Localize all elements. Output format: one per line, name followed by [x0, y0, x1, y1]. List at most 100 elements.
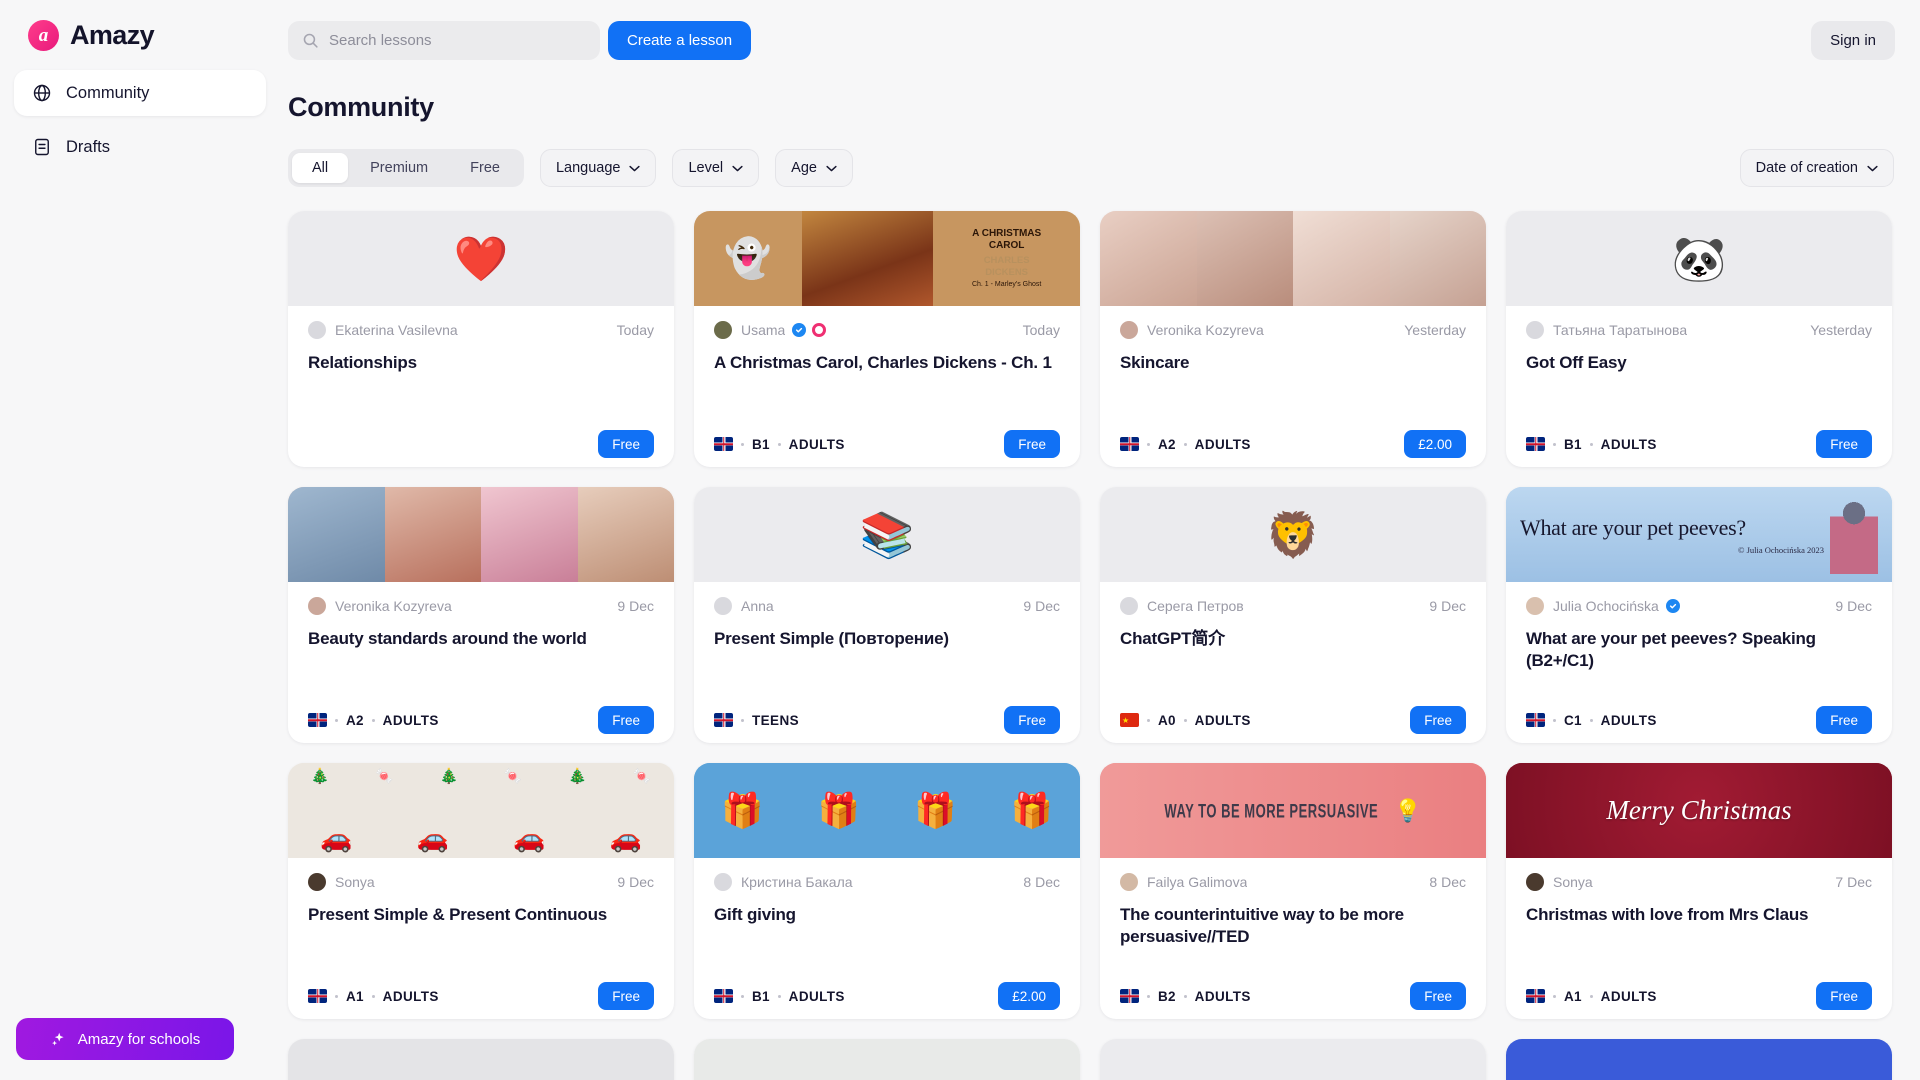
- price-badge[interactable]: Free: [1410, 706, 1466, 734]
- lesson-card[interactable]: WAY TO BE MORE PERSUASIVE 💡 Failya Galimov…: [1100, 763, 1486, 1019]
- amazy-for-schools-label: Amazy for schools: [77, 1030, 201, 1048]
- price-badge[interactable]: Free: [1004, 430, 1060, 458]
- price-badge[interactable]: Free: [598, 706, 654, 734]
- separator-dot: [1147, 718, 1150, 722]
- level-filter-dropdown[interactable]: Level: [672, 149, 760, 187]
- search-icon: [303, 33, 318, 48]
- chevron-down-icon: [826, 165, 837, 171]
- create-lesson-button[interactable]: Create a lesson: [608, 21, 752, 60]
- level-filter-label: Level: [688, 160, 724, 176]
- lesson-card-footer: A1 ADULTS Free: [1526, 982, 1872, 1019]
- avatar: [1526, 873, 1544, 891]
- lesson-title: Skincare: [1120, 353, 1190, 372]
- separator-dot: [1183, 994, 1187, 998]
- lesson-card-partial[interactable]: [1506, 1039, 1892, 1080]
- avatar: [714, 597, 732, 615]
- lesson-card[interactable]: Veronika Kozyreva 9 Dec Beauty standards a…: [288, 487, 674, 743]
- flag-uk-icon: [308, 713, 327, 727]
- top-bar: a Amazy Search lessons Create a lesson S…: [0, 0, 1920, 70]
- amazy-for-schools-button[interactable]: Amazy for schools: [16, 1018, 234, 1060]
- lesson-thumbnail: ❤️: [288, 211, 674, 306]
- page-title: Community: [288, 92, 434, 122]
- lesson-card-body: Кристина Бакала 8 Dec Gift giving B1 ADULTS £…: [694, 858, 1080, 1019]
- thumbnail-emoji: ❤️: [453, 234, 509, 284]
- lesson-card-partial[interactable]: [1100, 1039, 1486, 1080]
- document-icon: [32, 137, 52, 157]
- lesson-card[interactable]: 🚗 🚗 🚗 🚗 🎄 🍬 🎄 🍬 🎄 🍬 Sonya 9 Dec Present Simple & Pre…: [288, 763, 674, 1019]
- price-badge[interactable]: Free: [598, 982, 654, 1010]
- price-badge[interactable]: Free: [1004, 706, 1060, 734]
- lesson-date: 8 Dec: [1429, 874, 1466, 890]
- premium-badge-icon: [812, 323, 827, 337]
- lesson-meta-row: Ekaterina Vasilevna Today: [308, 320, 654, 340]
- lesson-meta-row: Veronika Kozyreva 9 Dec: [308, 596, 654, 616]
- sort-dropdown[interactable]: Date of creation: [1739, 149, 1894, 187]
- lesson-card-footer: B2 ADULTS Free: [1120, 982, 1466, 1019]
- price-badge[interactable]: Free: [598, 430, 654, 458]
- lesson-card[interactable]: What are your pet peeves? © Julia Ochociń…: [1506, 487, 1892, 743]
- lesson-card-footer: Free: [308, 430, 654, 467]
- separator-dot: [1589, 442, 1593, 446]
- lesson-date: 7 Dec: [1835, 874, 1872, 890]
- segment-free[interactable]: Free: [450, 153, 520, 183]
- lesson-date: Today: [1022, 322, 1060, 338]
- segment-all[interactable]: All: [292, 153, 349, 183]
- lesson-title: ChatGPT简介: [1120, 629, 1225, 648]
- flag-uk-icon: [1526, 437, 1545, 451]
- age-filter-dropdown[interactable]: Age: [775, 149, 853, 187]
- author-name: Failya Galimova: [1147, 874, 1248, 890]
- logo[interactable]: a Amazy: [28, 19, 155, 51]
- price-badge[interactable]: Free: [1816, 430, 1872, 458]
- price-badge[interactable]: £2.00: [998, 982, 1060, 1010]
- separator-dot: [1553, 718, 1556, 722]
- verified-badge-icon: [1665, 599, 1680, 613]
- lesson-title: What are your pet peeves? Speaking (B2+/…: [1526, 629, 1816, 670]
- author-name: Sonya: [1553, 874, 1593, 890]
- lesson-card[interactable]: Merry Christmas Sonya 7 Dec Christmas with …: [1506, 763, 1892, 1019]
- price-badge[interactable]: £2.00: [1404, 430, 1466, 458]
- sign-in-button[interactable]: Sign in: [1811, 21, 1895, 60]
- search-input[interactable]: Search lessons: [288, 21, 600, 60]
- author-name: Серега Петров: [1147, 598, 1244, 614]
- avatar: [714, 321, 732, 339]
- sort-label: Date of creation: [1755, 160, 1858, 176]
- lesson-thumbnail: [288, 487, 674, 582]
- lesson-card[interactable]: 🐼 Татьяна Таратынова Yesterday Got Off Easy…: [1506, 211, 1892, 467]
- author-name: Кристина Бакала: [741, 874, 853, 890]
- avatar: [1120, 597, 1138, 615]
- lesson-card-partial[interactable]: [694, 1039, 1080, 1080]
- language-filter-label: Language: [555, 160, 621, 176]
- audience-badge: ADULTS: [1194, 712, 1251, 728]
- price-badge[interactable]: Free: [1816, 982, 1872, 1010]
- lesson-date: 9 Dec: [617, 598, 654, 614]
- price-badge[interactable]: Free: [1816, 706, 1872, 734]
- lesson-card-partial[interactable]: [288, 1039, 674, 1080]
- sidebar: Community Drafts Amazy for schools: [0, 70, 280, 1080]
- lesson-card-footer: B1 ADULTS Free: [1526, 430, 1872, 467]
- separator-dot: [1183, 718, 1187, 722]
- lesson-title: Gift giving: [714, 905, 796, 924]
- lesson-card[interactable]: 📚 Anna 9 Dec Present Simple (Повторение) TEE…: [694, 487, 1080, 743]
- separator-dot: [1589, 718, 1593, 722]
- sidebar-item-community[interactable]: Community: [14, 70, 266, 116]
- lesson-card[interactable]: Veronika Kozyreva Yesterday Skincare A2 ADUL…: [1100, 211, 1486, 467]
- author-name: Ekaterina Vasilevna: [335, 322, 458, 338]
- flag-uk-icon: [1526, 713, 1545, 727]
- lesson-card[interactable]: 🎁 🎁 🎁 🎁 Кристина Бакала 8 Dec Gift giving B1 ADU…: [694, 763, 1080, 1019]
- lesson-card[interactable]: 🦁 Серега Петров 9 Dec ChatGPT简介 ★ A0 ADULTS Fre…: [1100, 487, 1486, 743]
- avatar: [1120, 321, 1138, 339]
- lesson-card-footer: B1 ADULTS £2.00: [714, 982, 1060, 1019]
- lesson-card[interactable]: 👻 A CHRISTMAS CAROL CHARLES DICKENS Ch. 1 - M…: [694, 211, 1080, 467]
- lesson-card[interactable]: ❤️ Ekaterina Vasilevna Today Relationships F…: [288, 211, 674, 467]
- lesson-meta-row: Sonya 9 Dec: [308, 872, 654, 892]
- lesson-card-body: Julia Ochocińska 9 Dec What are your pet p…: [1506, 582, 1892, 743]
- lesson-title: Got Off Easy: [1526, 353, 1627, 372]
- level-badge: A2: [346, 712, 364, 728]
- lesson-date: Today: [616, 322, 654, 338]
- price-badge[interactable]: Free: [1410, 982, 1466, 1010]
- sidebar-item-drafts[interactable]: Drafts: [14, 124, 266, 170]
- lesson-meta-row: Veronika Kozyreva Yesterday: [1120, 320, 1466, 340]
- language-filter-dropdown[interactable]: Language: [539, 149, 657, 187]
- segment-premium[interactable]: Premium: [350, 153, 448, 183]
- avatar: [1526, 321, 1544, 339]
